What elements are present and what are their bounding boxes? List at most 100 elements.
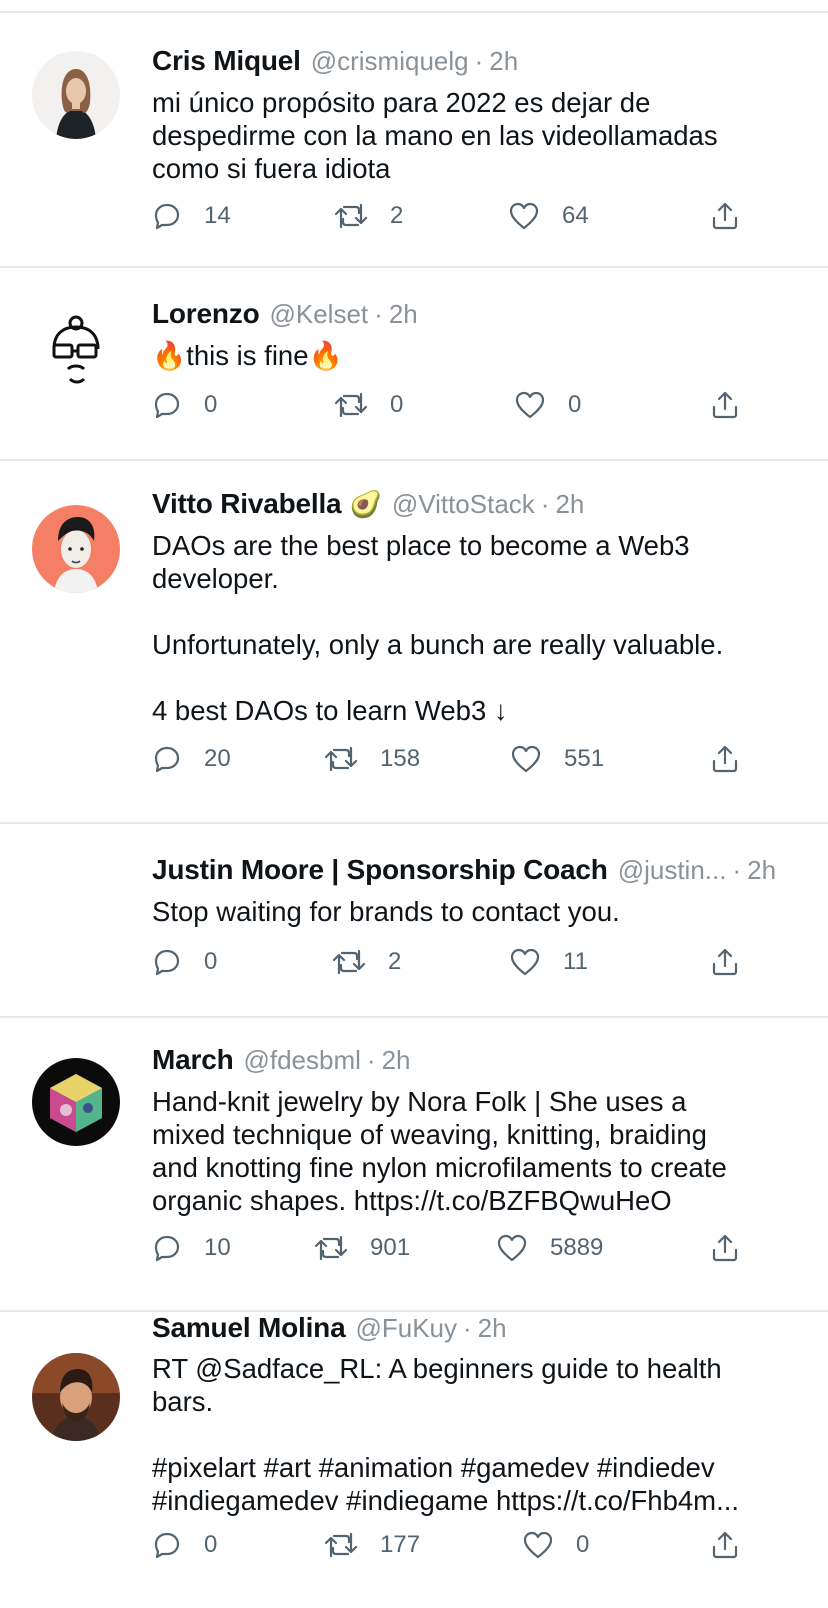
retweet-button[interactable]: 158 xyxy=(324,742,420,776)
retweet-count: 177 xyxy=(380,1531,421,1558)
tweet-header: Vitto Rivabella 🥑 @VittoStack · 2h xyxy=(152,488,778,524)
like-button[interactable]: 0 xyxy=(522,1528,589,1562)
tweet-actions: 0 0 0 xyxy=(152,388,752,422)
heart-icon xyxy=(509,202,539,230)
retweet-icon xyxy=(332,949,366,975)
reply-count: 14 xyxy=(204,202,231,229)
author-handle[interactable]: @FuKuy xyxy=(355,1313,457,1344)
share-button[interactable] xyxy=(710,742,740,776)
author-name[interactable]: Samuel Molina xyxy=(152,1312,346,1344)
retweet-icon xyxy=(334,392,368,418)
tweet-text: 🔥this is fine🔥 xyxy=(152,340,343,371)
avocado-emoji-icon: 🥑 xyxy=(349,489,382,519)
tweet-text: Stop waiting for brands to contact you. xyxy=(152,896,620,927)
tweet-card[interactable]: Justin Moore | Sponsorship Coach @justin… xyxy=(0,824,828,1018)
separator: · xyxy=(474,46,484,76)
retweet-button[interactable]: 177 xyxy=(324,1528,420,1562)
timestamp[interactable]: 2h xyxy=(389,299,418,330)
tweet-actions: 14 2 64 xyxy=(152,199,752,233)
retweet-count: 158 xyxy=(380,745,421,772)
timestamp[interactable]: 2h xyxy=(382,1045,411,1076)
heart-icon xyxy=(523,1531,553,1559)
author-name[interactable]: Lorenzo xyxy=(152,298,260,330)
author-name[interactable]: Cris Miquel xyxy=(152,45,301,77)
like-button[interactable]: 0 xyxy=(514,388,581,422)
avatar[interactable] xyxy=(32,1353,120,1441)
retweet-button[interactable]: 0 xyxy=(334,388,403,422)
share-button[interactable] xyxy=(710,199,740,233)
tweet-header: Lorenzo @Kelset · 2h xyxy=(152,298,778,334)
heart-icon xyxy=(510,948,540,976)
retweet-icon xyxy=(324,1532,358,1558)
author-handle[interactable]: @VittoStack xyxy=(392,489,535,520)
retweet-icon xyxy=(334,203,368,229)
tweet-text: DAOs are the best place to become a Web3… xyxy=(152,530,724,726)
share-icon xyxy=(712,391,738,419)
timestamp[interactable]: 2h xyxy=(489,46,518,77)
share-button[interactable] xyxy=(710,1528,740,1562)
like-count: 64 xyxy=(562,202,589,229)
heart-icon xyxy=(497,1234,527,1262)
separator: · xyxy=(732,855,742,885)
reply-icon xyxy=(154,1532,180,1559)
tweet-text: RT @Sadface_RL: A beginners guide to hea… xyxy=(152,1353,740,1516)
like-count: 0 xyxy=(576,1531,590,1558)
retweet-count: 2 xyxy=(388,948,402,975)
separator: · xyxy=(366,1045,376,1075)
tweet-header: March @fdesbml · 2h xyxy=(152,1044,778,1080)
tweet-card[interactable]: Vitto Rivabella 🥑 @VittoStack · 2h DAOs … xyxy=(0,461,828,824)
like-count: 0 xyxy=(568,391,582,418)
reply-count: 20 xyxy=(204,745,231,772)
reply-button[interactable]: 10 xyxy=(152,1231,231,1265)
separator: · xyxy=(374,299,383,329)
author-handle[interactable]: @crismiquelg xyxy=(311,46,469,77)
share-icon xyxy=(712,1531,738,1559)
timestamp[interactable]: 2h xyxy=(478,1313,507,1344)
like-button[interactable]: 551 xyxy=(510,742,604,776)
like-count: 551 xyxy=(564,745,605,772)
author-handle[interactable]: @Kelset xyxy=(269,299,368,330)
tweet-card[interactable]: March @fdesbml · 2h Hand-knit jewelry by… xyxy=(0,1018,828,1312)
reply-button[interactable]: 0 xyxy=(152,945,217,979)
tweet-header: Cris Miquel @crismiquelg · 2h xyxy=(152,45,778,81)
retweet-button[interactable]: 2 xyxy=(332,945,401,979)
avatar[interactable] xyxy=(32,1058,120,1146)
tweet-card[interactable]: Lorenzo @Kelset · 2h 🔥this is fine🔥 0 0 … xyxy=(0,268,828,461)
reply-button[interactable]: 0 xyxy=(152,388,217,422)
like-count: 5889 xyxy=(550,1234,604,1261)
share-button[interactable] xyxy=(710,945,740,979)
tweet-card[interactable]: Samuel Molina @FuKuy · 2h RT @Sadface_RL… xyxy=(0,1312,828,1608)
share-button[interactable] xyxy=(710,388,740,422)
author-name[interactable]: March xyxy=(152,1044,234,1076)
tweet-header: Samuel Molina @FuKuy · 2h xyxy=(152,1312,778,1348)
tweet-actions: 0 177 0 xyxy=(152,1528,752,1562)
like-button[interactable]: 11 xyxy=(509,945,588,979)
share-icon xyxy=(712,1234,738,1262)
like-button[interactable]: 64 xyxy=(508,199,589,233)
tweet-actions: 10 901 5889 xyxy=(152,1231,752,1265)
retweet-button[interactable]: 2 xyxy=(334,199,403,233)
like-button[interactable]: 5889 xyxy=(496,1231,603,1265)
tweet-card[interactable]: Cris Miquel @crismiquelg · 2h mi único p… xyxy=(0,13,828,268)
author-name[interactable]: Justin Moore | Sponsorship Coach xyxy=(152,854,608,886)
reply-button[interactable]: 20 xyxy=(152,742,231,776)
avatar[interactable] xyxy=(32,51,120,139)
author-name[interactable]: Vitto Rivabella xyxy=(152,488,342,520)
separator: · xyxy=(540,489,550,519)
retweet-button[interactable]: 901 xyxy=(314,1231,410,1265)
reply-count: 10 xyxy=(204,1234,231,1261)
author-handle[interactable]: @justin... xyxy=(618,855,727,886)
share-icon xyxy=(712,745,738,773)
avatar[interactable] xyxy=(32,505,120,593)
reply-button[interactable]: 0 xyxy=(152,1528,217,1562)
share-icon xyxy=(712,948,738,976)
avatar[interactable] xyxy=(32,309,120,397)
tweet-actions: 0 2 11 xyxy=(152,945,752,979)
timestamp[interactable]: 2h xyxy=(747,855,776,886)
timestamp[interactable]: 2h xyxy=(555,489,584,520)
heart-icon xyxy=(515,391,545,419)
reply-button[interactable]: 14 xyxy=(152,199,231,233)
share-button[interactable] xyxy=(710,1231,740,1265)
author-handle[interactable]: @fdesbml xyxy=(243,1045,360,1076)
reply-icon xyxy=(154,746,180,773)
